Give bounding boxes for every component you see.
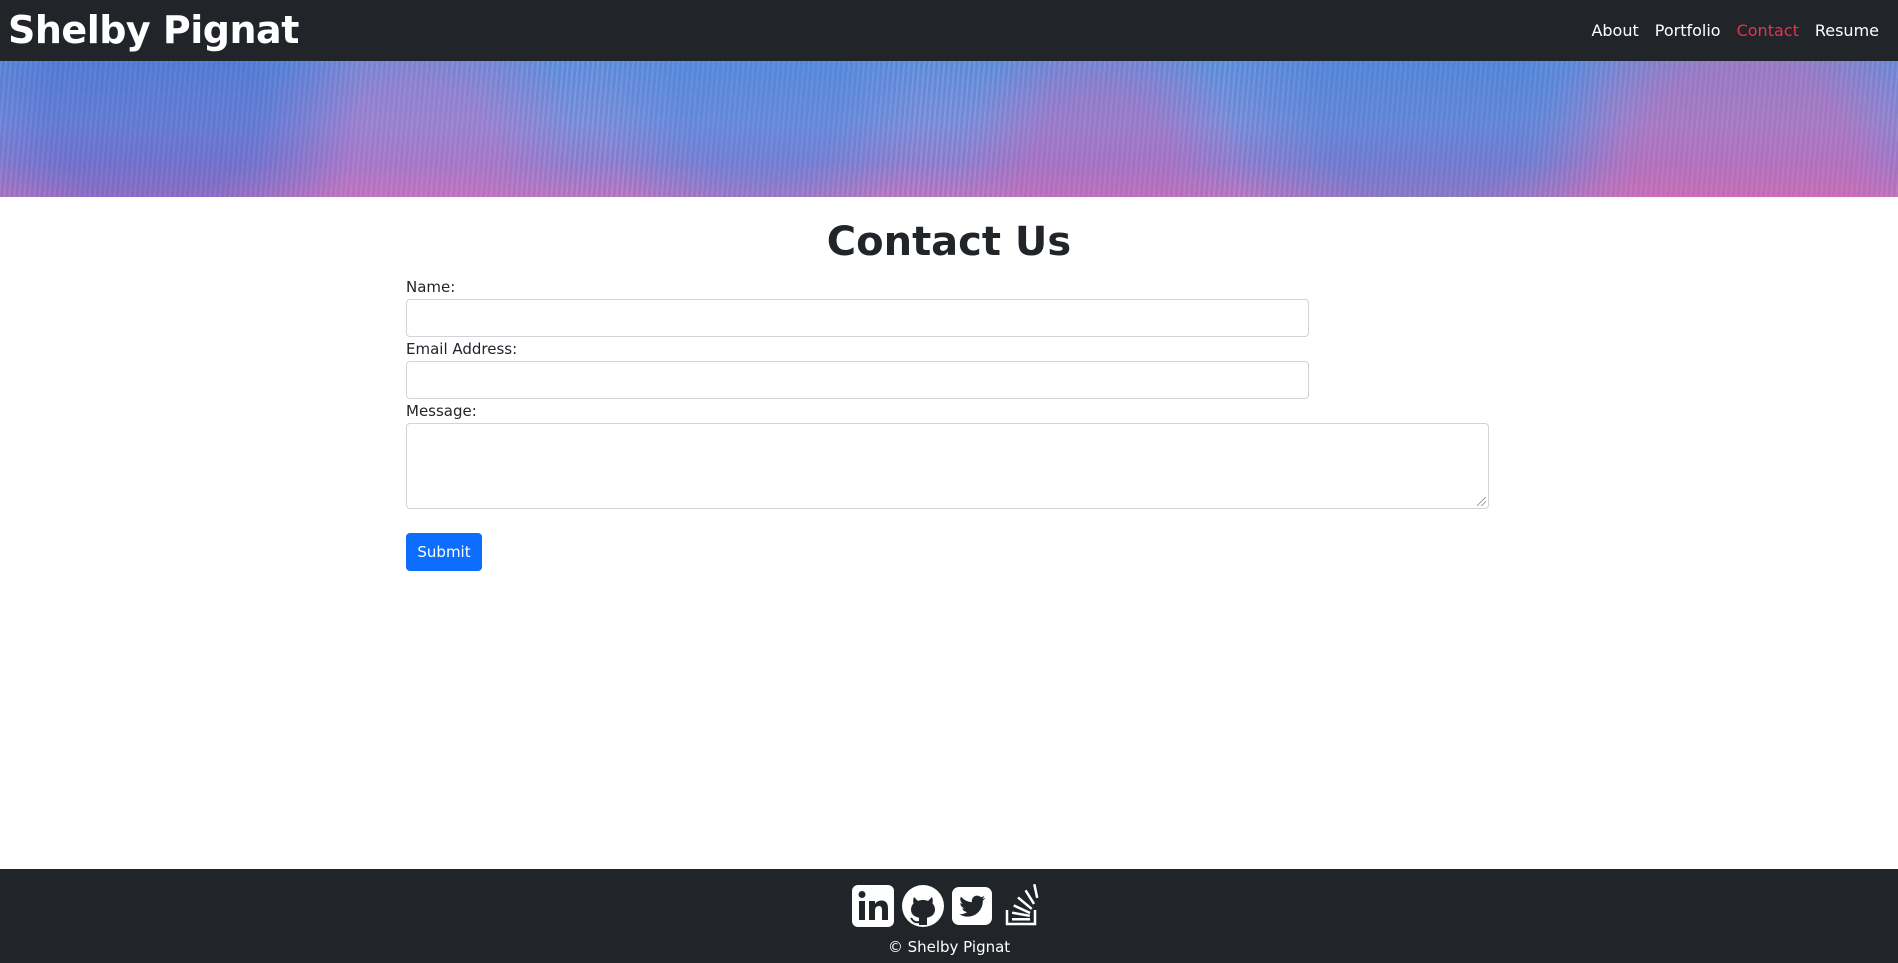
top-navbar: Shelby Pignat About Portfolio Contact Re…	[0, 0, 1898, 61]
social-links	[851, 884, 1051, 928]
site-footer: © Shelby Pignat	[0, 869, 1898, 963]
name-label: Name:	[406, 278, 456, 296]
email-label: Email Address:	[406, 340, 518, 358]
github-icon[interactable]	[901, 884, 945, 928]
name-input[interactable]	[406, 299, 1309, 337]
stackoverflow-icon[interactable]	[1001, 884, 1045, 928]
linkedin-icon[interactable]	[851, 884, 895, 928]
twitter-icon[interactable]	[951, 884, 995, 928]
page-title: Contact Us	[826, 219, 1072, 265]
nav-link-contact[interactable]: Contact	[1737, 21, 1799, 40]
nav-links: About Portfolio Contact Resume	[1575, 21, 1898, 40]
nav-link-resume[interactable]: Resume	[1815, 21, 1879, 40]
nav-link-portfolio[interactable]: Portfolio	[1655, 21, 1721, 40]
message-textarea[interactable]	[406, 423, 1489, 509]
email-input[interactable]	[406, 361, 1309, 399]
resize-handle[interactable]	[1477, 497, 1486, 506]
nav-link-about[interactable]: About	[1591, 21, 1638, 40]
site-brand[interactable]: Shelby Pignat	[0, 0, 299, 61]
submit-button[interactable]: Submit	[406, 533, 482, 571]
message-label: Message:	[406, 402, 477, 420]
copyright-text: © Shelby Pignat	[887, 938, 1011, 956]
hero-banner-image	[0, 61, 1898, 197]
